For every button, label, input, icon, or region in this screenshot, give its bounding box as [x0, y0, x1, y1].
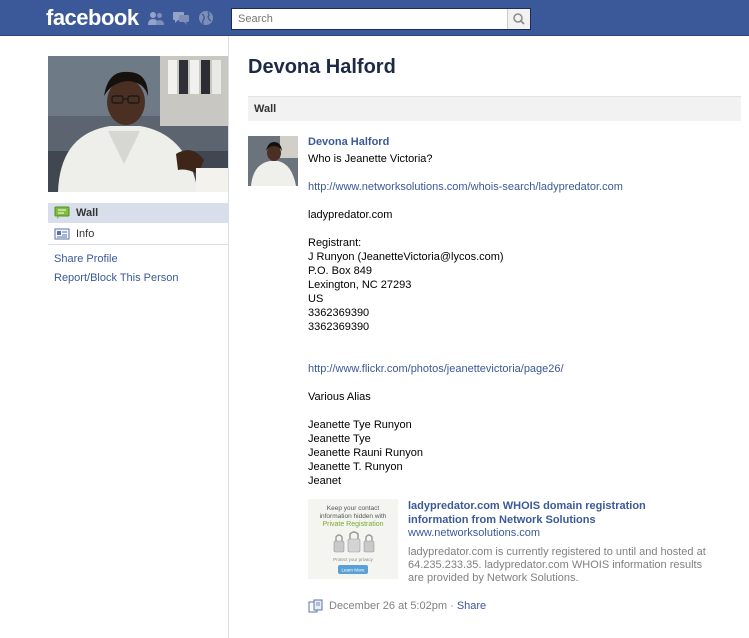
- friend-requests-icon[interactable]: [147, 10, 165, 26]
- attachment-description: ladypredator.com is currently registered…: [408, 546, 706, 584]
- sidebar-item-wall[interactable]: Wall: [48, 203, 228, 223]
- sidebar-item-label: Info: [76, 228, 95, 240]
- post-text-line: Jeanette Tye: [308, 433, 371, 445]
- ad-line-2: information hidden with: [320, 513, 387, 520]
- ad-line-1: Keep your contact: [327, 505, 380, 512]
- profile-photo[interactable]: [48, 56, 228, 192]
- post-text-line: Jeanette T. Runyon: [308, 461, 403, 473]
- post-text-line: Who is Jeanette Victoria?: [308, 153, 433, 165]
- post-text-line: ladypredator.com: [308, 209, 393, 221]
- sidebar-item-label: Wall: [76, 207, 99, 219]
- search-box[interactable]: [231, 8, 531, 30]
- post-link-whois[interactable]: http://www.networksolutions.com/whois-se…: [308, 180, 738, 194]
- post-text-line: Jeanette Tye Runyon: [308, 419, 412, 431]
- page-title: Devona Halford: [248, 56, 396, 78]
- attachment-domain-link[interactable]: www.networksolutions.com: [408, 527, 540, 539]
- post-text-line: Registrant:: [308, 237, 362, 249]
- wall-icon: [54, 206, 70, 219]
- ad-learn-more: Learn More: [341, 568, 365, 573]
- post-link-flickr[interactable]: http://www.flickr.com/photos/jeanettevic…: [308, 362, 738, 376]
- post-text-line: Jeanette Rauni Runyon: [308, 447, 423, 459]
- info-icon: [54, 228, 70, 240]
- magnifier-icon: [513, 13, 525, 25]
- post-text-line: US: [308, 293, 324, 305]
- post-author-link[interactable]: Devona Halford: [308, 136, 389, 148]
- top-bar: facebook: [0, 0, 749, 36]
- attachment-thumbnail[interactable]: Keep your contact information hidden wit…: [308, 499, 398, 579]
- share-profile-link[interactable]: Share Profile: [54, 253, 118, 265]
- post-text-line: 3362369390: [308, 321, 370, 333]
- shared-link-icon: [308, 599, 323, 613]
- ad-line-4: Protect your privacy: [333, 557, 374, 562]
- messages-icon[interactable]: [172, 10, 190, 26]
- post-author-avatar[interactable]: [248, 136, 298, 186]
- post-timestamp-link[interactable]: December 26 at 5:02pm: [329, 600, 447, 612]
- post-message: Who is Jeanette Victoria? http://www.net…: [308, 152, 738, 488]
- post-text-line: Various Alias: [308, 391, 371, 403]
- footer-separator: ·: [450, 600, 454, 612]
- column-divider: [228, 36, 229, 638]
- share-link[interactable]: Share: [457, 600, 486, 612]
- report-block-link[interactable]: Report/Block This Person: [54, 272, 179, 284]
- search-input[interactable]: [232, 9, 508, 29]
- search-button[interactable]: [507, 9, 530, 29]
- sidebar-divider: [48, 244, 228, 245]
- post-text-line: Jeanet: [308, 475, 342, 487]
- notifications-globe-icon[interactable]: [197, 10, 215, 26]
- left-column: Wall Info Share Profile Report/Block Thi…: [0, 36, 228, 638]
- sidebar-item-info[interactable]: Info: [48, 224, 228, 244]
- post-text-line: Lexington, NC 27293: [308, 279, 412, 291]
- facebook-logo[interactable]: facebook: [46, 5, 139, 31]
- ad-line-3: Private Registration: [322, 521, 383, 528]
- post-text-line: 3362369390: [308, 307, 370, 319]
- attachment-title-link[interactable]: ladypredator.com WHOIS domain registrati…: [408, 499, 708, 527]
- post-text-line: P.O. Box 849: [308, 265, 373, 277]
- wall-section-header: Wall: [248, 96, 741, 121]
- post-text-line: J Runyon (JeanetteVictoria@lycos.com): [308, 251, 504, 263]
